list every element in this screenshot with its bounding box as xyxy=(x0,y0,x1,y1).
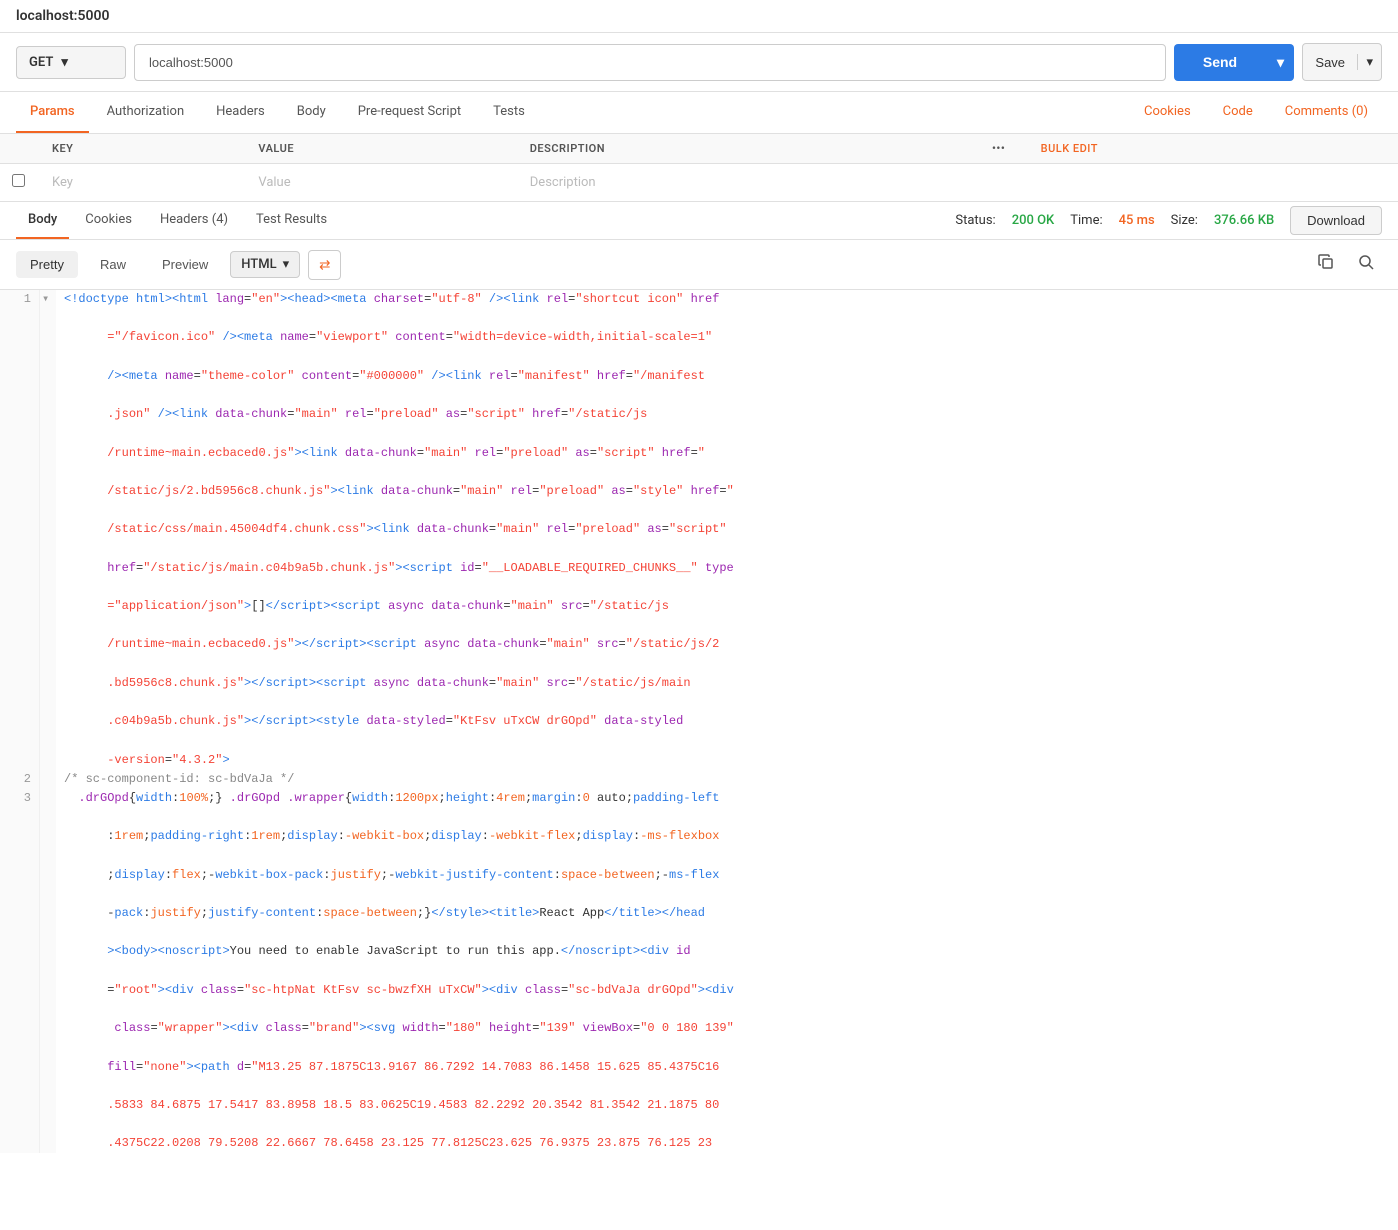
tab-headers[interactable]: Headers xyxy=(202,92,279,133)
code-line-2: 2 /* sc-component-id: sc-bdVaJa */ xyxy=(0,770,1398,789)
line-content-1: <!doctype html><html lang="en"><head><me… xyxy=(56,290,1398,770)
wrap-icon: ⇄ xyxy=(319,257,330,273)
params-row-key[interactable]: Key xyxy=(40,164,246,202)
tab-cookies[interactable]: Cookies xyxy=(1130,92,1205,133)
format-selector[interactable]: HTML ▾ xyxy=(230,251,300,278)
response-tab-headers[interactable]: Headers (4) xyxy=(148,202,240,239)
send-label: Send xyxy=(1174,54,1266,70)
status-value: 200 OK xyxy=(1012,213,1055,228)
tab-comments[interactable]: Comments (0) xyxy=(1271,92,1382,133)
send-dropdown-icon[interactable]: ▾ xyxy=(1267,54,1294,71)
code-line-1: 1 ▾ <!doctype html><html lang="en"><head… xyxy=(0,290,1398,770)
request-bar: GET ▾ Send ▾ Save ▾ xyxy=(0,33,1398,92)
host-display: localhost:5000 xyxy=(0,0,1398,33)
response-tabs: Body Cookies Headers (4) Test Results St… xyxy=(0,202,1398,240)
line-arrow-2 xyxy=(40,770,56,789)
method-selector[interactable]: GET ▾ xyxy=(16,46,126,79)
response-tab-test-results[interactable]: Test Results xyxy=(244,202,339,239)
format-dropdown-icon: ▾ xyxy=(283,257,290,272)
status-label: Status: xyxy=(955,213,995,228)
request-tabs: Params Authorization Headers Body Pre-re… xyxy=(0,92,1398,134)
save-dropdown-icon[interactable]: ▾ xyxy=(1357,54,1381,70)
params-col-description: DESCRIPTION xyxy=(518,134,969,164)
line-content-3: .drGOpd{width:100%;} .drGOpd .wrapper{wi… xyxy=(56,789,1398,1154)
view-pretty-btn[interactable]: Pretty xyxy=(16,251,78,278)
save-button[interactable]: Save ▾ xyxy=(1302,43,1382,81)
send-button[interactable]: Send ▾ xyxy=(1174,44,1294,81)
format-row: Pretty Raw Preview HTML ▾ ⇄ xyxy=(0,240,1398,290)
time-label: Time: xyxy=(1070,213,1102,228)
url-input[interactable] xyxy=(134,44,1166,81)
params-table: KEY VALUE DESCRIPTION ••• Bulk Edit Key … xyxy=(0,134,1398,202)
view-preview-btn[interactable]: Preview xyxy=(148,251,222,278)
size-label: Size: xyxy=(1171,213,1198,228)
response-status-info: Status: 200 OK Time: 45 ms Size: 376.66 … xyxy=(955,206,1382,235)
view-raw-btn[interactable]: Raw xyxy=(86,251,140,278)
code-lines: 1 ▾ <!doctype html><html lang="en"><head… xyxy=(0,290,1398,1153)
time-value: 45 ms xyxy=(1119,213,1155,228)
format-value: HTML xyxy=(241,257,276,272)
tab-params[interactable]: Params xyxy=(16,92,89,133)
tab-code[interactable]: Code xyxy=(1209,92,1267,133)
params-row-description[interactable]: Description xyxy=(518,164,969,202)
save-label: Save xyxy=(1303,55,1357,70)
size-value: 376.66 KB xyxy=(1214,213,1274,228)
copy-response-btn[interactable] xyxy=(1310,248,1342,281)
method-value: GET xyxy=(29,55,53,70)
line-number-1: 1 xyxy=(0,290,40,770)
line-content-2: /* sc-component-id: sc-bdVaJa */ xyxy=(56,770,1398,789)
params-bulk-edit[interactable]: Bulk Edit xyxy=(1029,134,1398,164)
code-line-3: 3 .drGOpd{width:100%;} .drGOpd .wrapper{… xyxy=(0,789,1398,1154)
tab-body[interactable]: Body xyxy=(283,92,340,133)
tab-tests[interactable]: Tests xyxy=(479,92,539,133)
tab-authorization[interactable]: Authorization xyxy=(93,92,199,133)
line-arrow-1[interactable]: ▾ xyxy=(40,290,56,770)
params-col-key: KEY xyxy=(40,134,246,164)
method-dropdown-icon: ▾ xyxy=(61,55,68,70)
params-col-checkbox xyxy=(0,134,40,164)
download-button[interactable]: Download xyxy=(1290,206,1382,235)
params-row-value[interactable]: Value xyxy=(246,164,517,202)
response-tab-cookies[interactable]: Cookies xyxy=(73,202,144,239)
params-row: Key Value Description xyxy=(0,164,1398,202)
line-number-3: 3 xyxy=(0,789,40,1154)
line-number-2: 2 xyxy=(0,770,40,789)
params-col-value: VALUE xyxy=(246,134,517,164)
code-area[interactable]: 1 ▾ <!doctype html><html lang="en"><head… xyxy=(0,290,1398,1153)
params-row-checkbox[interactable] xyxy=(0,164,40,202)
line-arrow-3 xyxy=(40,789,56,1154)
response-tab-body[interactable]: Body xyxy=(16,202,69,239)
params-more-btn[interactable]: ••• xyxy=(969,134,1029,164)
search-btn[interactable] xyxy=(1350,248,1382,281)
tab-pre-request-script[interactable]: Pre-request Script xyxy=(344,92,475,133)
wrap-lines-btn[interactable]: ⇄ xyxy=(308,250,341,280)
